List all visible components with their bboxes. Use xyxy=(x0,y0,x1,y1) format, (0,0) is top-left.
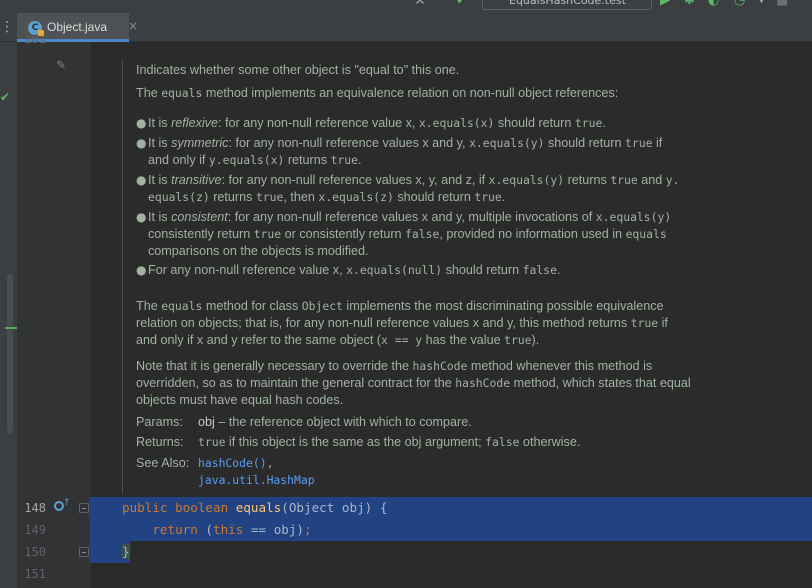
doc-bullet-consistent: It is consistent: for any non-null refer… xyxy=(148,210,672,224)
doc-bullet-consistent-cont2: comparisons on the objects is modified. xyxy=(148,244,369,258)
fold-icon[interactable] xyxy=(79,503,89,513)
bullet: ● xyxy=(136,116,147,130)
code-line-149[interactable]: return (this == obj); xyxy=(122,522,311,537)
doc-bullet-symmetric: It is symmetric: for any non-null refere… xyxy=(148,136,663,150)
doc-paragraph: The equals method implements an equivale… xyxy=(136,86,619,100)
left-tool-strip: ✔ xyxy=(0,42,18,588)
doc-paragraph: The equals method for class Object imple… xyxy=(136,299,664,313)
main-toolbar: ⚒ ✔ EqualsHashCode.test ▶ ✱ ◐ ◔ ▼ ■ xyxy=(0,0,812,13)
doc-paragraph-cont: relation on objects; that is, for any no… xyxy=(136,316,668,330)
line-number: 149 xyxy=(24,523,46,537)
editor-tab-bar: ⋮ C Object.java × xyxy=(0,13,812,42)
build-icon[interactable]: ✔ xyxy=(456,0,467,7)
run-icon[interactable]: ▶ xyxy=(660,0,670,7)
doc-bullet-transitive-cont: equals(z) returns true, then x.equals(z)… xyxy=(148,190,506,204)
close-icon[interactable]: × xyxy=(128,19,138,33)
doc-bullet-consistent-cont: consistently return true or consistently… xyxy=(148,227,667,241)
line-number: 150 xyxy=(24,545,46,559)
line-number: 151 xyxy=(24,567,46,581)
stop-icon[interactable]: ■ xyxy=(776,0,788,7)
doc-paragraph-cont: overridden, so as to maintain the genera… xyxy=(136,376,691,390)
line-number: 101 xyxy=(24,36,46,46)
fold-icon[interactable] xyxy=(79,547,89,557)
change-marker xyxy=(5,327,17,329)
scrollbar-thumb[interactable] xyxy=(7,274,13,434)
doc-summary: Indicates whether some other object is "… xyxy=(136,63,460,77)
run-configuration-select[interactable]: EqualsHashCode.test xyxy=(482,0,652,10)
profile-icon[interactable]: ◔ xyxy=(734,0,745,7)
bullet: ● xyxy=(136,263,147,277)
coverage-icon[interactable]: ◐ xyxy=(708,0,719,7)
doc-bullet-null: For any non-null reference value x, x.eq… xyxy=(148,263,561,277)
doc-bullet-transitive: It is transitive: for any non-null refer… xyxy=(148,173,680,187)
debug-icon[interactable]: ✱ xyxy=(684,0,695,7)
doc-paragraph: Note that it is generally necessary to o… xyxy=(136,359,653,373)
hammer-icon[interactable]: ⚒ xyxy=(414,0,426,7)
doc-bullet-symmetric-cont: and only if y.equals(x) returns true. xyxy=(148,153,362,167)
doc-paragraph-cont: objects must have equal hash codes. xyxy=(136,393,344,407)
tab-label: Object.java xyxy=(47,20,108,34)
check-icon: ✔ xyxy=(0,90,11,104)
overrides-method-icon[interactable]: ↑ xyxy=(54,498,71,514)
edit-docs-icon[interactable]: ✎ xyxy=(56,58,66,72)
doc-see-also: See Also: hashCode(), xyxy=(136,456,274,470)
bullet: ● xyxy=(136,173,147,187)
bullet: ● xyxy=(136,210,147,224)
code-line-148[interactable]: public boolean equals(Object obj) { xyxy=(122,500,387,515)
code-line-150[interactable]: } xyxy=(122,544,130,559)
line-number: 148 xyxy=(24,501,46,515)
more-options-icon[interactable]: ⋮ xyxy=(0,13,14,42)
doc-paragraph-cont: and only if x and y refer to the same ob… xyxy=(136,333,540,347)
doc-params: Params: obj – the reference object with w… xyxy=(136,415,472,429)
bullet: ● xyxy=(136,136,147,150)
doc-returns: Returns: true if this object is the same … xyxy=(136,435,581,449)
chevron-down-icon[interactable]: ▼ xyxy=(758,0,765,7)
link-hashmap[interactable]: java.util.HashMap xyxy=(198,473,315,487)
link-hashcode[interactable]: hashCode() xyxy=(198,456,267,470)
doc-see-also-cont: java.util.HashMap xyxy=(198,473,315,487)
doc-bullet-reflexive: It is reflexive: for any non-null refere… xyxy=(148,116,606,130)
